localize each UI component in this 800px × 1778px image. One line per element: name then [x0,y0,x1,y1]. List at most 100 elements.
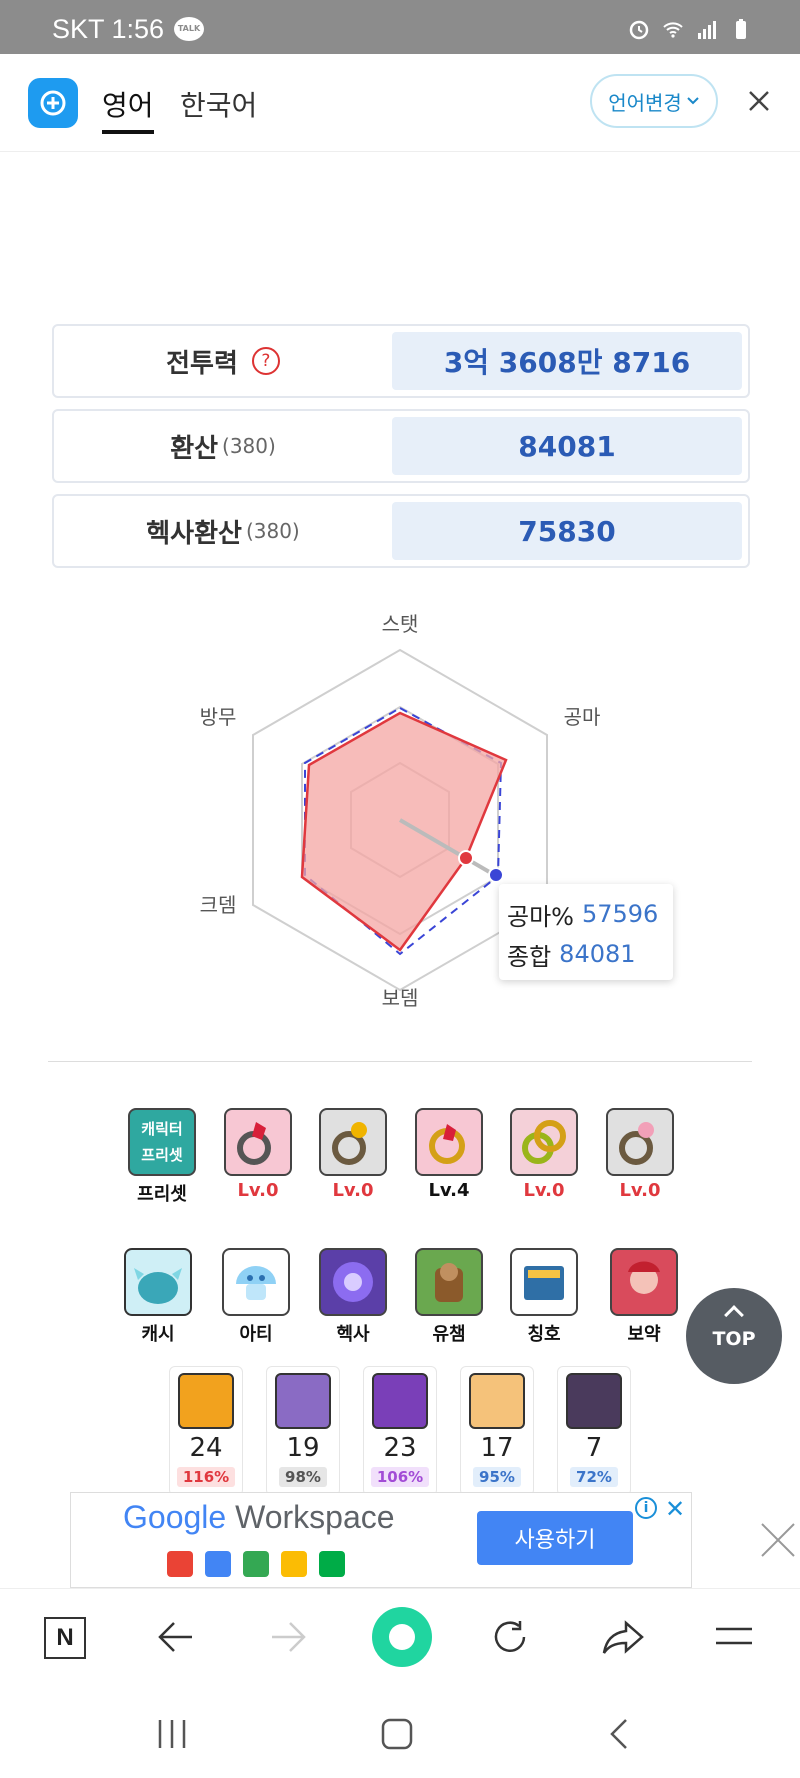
category-title[interactable]: 칭호 [508,1248,580,1346]
status-bar: SKT 1:56 TALK [0,0,800,54]
potion-icon [610,1248,678,1316]
hexa-conversion-value: 75830 [392,502,742,560]
calendar-icon [205,1551,231,1577]
close-icon[interactable] [746,88,772,114]
category-hexa[interactable]: 헥사 [317,1248,389,1346]
conversion-label-cell: 환산 (380) [54,411,392,481]
radar-point-blue [488,867,504,883]
category-union-champion[interactable]: 유챔 [413,1248,485,1346]
core-skill-icon [372,1373,428,1429]
ring-slot-5[interactable]: Lv.0 [604,1108,676,1201]
scroll-top-button[interactable]: TOP [686,1288,782,1384]
app-logo[interactable] [28,78,78,128]
core-skill-icon [275,1373,331,1429]
hexa-conversion-label-cell: 헥사환산 (380) [54,496,392,566]
radar-axis-ignore-def: 방무 [200,705,237,729]
ring-slot-1[interactable]: Lv.0 [222,1108,294,1201]
category-potion[interactable]: 보약 [608,1248,680,1346]
core-card-5[interactable]: 7 72% [557,1366,631,1496]
change-language-label: 언어변경 [608,90,682,115]
ad-brand-google: Google [123,1499,227,1535]
tooltip-key-total: 종합 [507,942,552,971]
recent-apps-icon[interactable] [154,1718,190,1750]
drive-icon [243,1551,269,1577]
wifi-icon [663,22,683,38]
home-button[interactable] [372,1607,432,1667]
ad-banner[interactable]: Google Workspace 사용하기 i ✕ [70,1492,692,1588]
browser-toolbar: N [0,1588,800,1684]
back-nav-icon[interactable] [608,1718,632,1750]
category-arti[interactable]: 아티 [220,1248,292,1346]
tab-english[interactable]: 영어 [102,84,154,134]
ring-level: Lv.0 [523,1180,565,1201]
back-icon[interactable] [156,1619,196,1655]
conversion-row: 환산 (380) 84081 [52,409,750,483]
menu-icon[interactable] [714,1623,754,1649]
radar-axis-stat: 스탯 [382,612,419,636]
ring-level: Lv.0 [619,1180,661,1201]
refresh-icon[interactable] [490,1617,532,1659]
ring-level: Lv.4 [428,1180,470,1201]
champion-icon [415,1248,483,1316]
core-level: 24 [189,1433,223,1463]
tooltip-row-total: 종합 84081 [507,934,665,974]
ring-icon [319,1108,387,1176]
change-language-button[interactable]: 언어변경 [590,74,718,128]
ring-icon [224,1108,292,1176]
category-label: 보약 [627,1324,661,1345]
ring-slot-3[interactable]: Lv.4 [413,1108,485,1201]
core-skill-icon [178,1373,234,1429]
preset-item[interactable]: 캐릭터 프리셋 프리셋 [126,1108,198,1206]
naver-icon[interactable]: N [44,1617,86,1659]
share-icon[interactable] [600,1619,646,1657]
help-icon[interactable]: ? [251,347,280,375]
radar-axis-crit: 크뎀 [200,893,237,917]
core-level: 19 [286,1433,320,1463]
ring-level: Lv.0 [332,1180,374,1201]
category-label: 유챔 [432,1324,466,1345]
conversion-label: 환산 [170,433,219,464]
category-cash[interactable]: 캐시 [122,1248,194,1346]
combat-power-label: 전투력 [166,348,238,379]
category-label: 헥사 [336,1324,370,1345]
cash-icon [124,1248,192,1316]
hexa-icon [319,1248,387,1316]
docs-icon [281,1551,307,1577]
radar-tooltip: 공마% 57596 종합 84081 [499,884,673,980]
category-label: 아티 [239,1324,273,1345]
core-level: 17 [480,1433,514,1463]
core-card-2[interactable]: 19 98% [266,1366,340,1496]
home-icon[interactable] [380,1718,414,1750]
core-card-3[interactable]: 23 106% [363,1366,437,1496]
tab-korean[interactable]: 한국어 [180,84,257,124]
category-label: 칭호 [527,1324,561,1345]
core-percent: 72% [570,1467,618,1487]
core-card-4[interactable]: 17 95% [460,1366,534,1496]
core-card-1[interactable]: 24 116% [169,1366,243,1496]
hexa-conversion-label: 헥사환산 [146,518,242,549]
title-icon [510,1248,578,1316]
meet-icon [319,1551,345,1577]
ad-app-icons [167,1551,345,1577]
combat-power-row: 전투력 ? 3억 3608만 8716 [52,324,750,398]
core-level: 23 [383,1433,417,1463]
ad-close-icon[interactable]: ✕ [665,1495,685,1523]
logo-icon [40,90,66,116]
ad-info-icon[interactable]: i [635,1497,657,1519]
core-skill-icon [469,1373,525,1429]
radar-axis-boss: 보뎀 [382,986,419,1010]
ad-cta-button[interactable]: 사용하기 [477,1511,633,1565]
status-icons [628,18,752,40]
system-nav-bar [0,1684,800,1778]
ad-dismiss-icon[interactable] [760,1522,796,1558]
gmail-icon [167,1551,193,1577]
scroll-top-label: TOP [712,1328,756,1350]
ring-slot-4[interactable]: Lv.0 [508,1108,580,1201]
app-header: 영어 한국어 언어변경 [0,54,800,152]
radar-axis-atk: 공마 [564,705,601,729]
core-level: 7 [585,1433,603,1463]
chevron-up-icon [724,1305,744,1325]
tooltip-value-total: 84081 [559,940,636,968]
conversion-value: 84081 [392,417,742,475]
ring-slot-2[interactable]: Lv.0 [317,1108,389,1201]
